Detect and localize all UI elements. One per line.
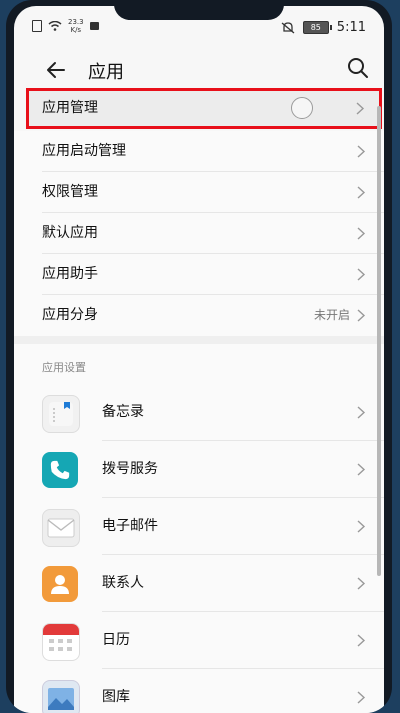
menu-item-app-management[interactable]: 应用管理 (26, 88, 382, 129)
chevron-right-icon (357, 577, 366, 590)
app-item-label: 联系人 (102, 575, 144, 591)
section-header-app-settings: 应用设置 (14, 344, 384, 384)
network-speed: 23.3 K/s (68, 18, 84, 34)
app-item-label: 图库 (102, 689, 130, 705)
menu-item-label: 应用助手 (42, 266, 98, 282)
app-item-calendar[interactable]: 日历 (14, 612, 384, 669)
image-notification-icon (89, 22, 99, 30)
chevron-right-icon (357, 406, 366, 419)
app-item-contacts[interactable]: 联系人 (14, 555, 384, 612)
page-title: 应用 (88, 62, 124, 83)
mute-icon (281, 21, 295, 33)
contacts-icon (42, 566, 78, 602)
menu-item-label: 应用分身 (42, 307, 98, 323)
app-item-label: 拨号服务 (102, 461, 158, 477)
chevron-right-icon (357, 309, 366, 322)
camera-notch (114, 6, 284, 20)
chevron-right-icon (357, 268, 366, 281)
app-twin-status: 未开启 (313, 308, 350, 322)
wifi-icon (48, 21, 62, 31)
chevron-right-icon (357, 463, 366, 476)
menu-item-label: 应用管理 (42, 100, 98, 116)
settings-list: 应用管理 应用启动管理 权限管理 默认应用 应用助手 应用分身 未开启 应用设置… (14, 84, 384, 713)
menu-item-label: 默认应用 (42, 225, 98, 241)
battery-icon: 85 (302, 21, 332, 34)
calendar-icon (42, 623, 80, 661)
app-item-label: 日历 (102, 632, 130, 648)
speed-value: 23.3 (68, 18, 84, 26)
chevron-right-icon (356, 102, 365, 115)
chevron-right-icon (357, 227, 366, 240)
sim-icon (32, 20, 42, 32)
gallery-icon (42, 680, 80, 713)
status-left: 23.3 K/s (32, 18, 99, 34)
notepad-icon (42, 395, 80, 433)
chevron-right-icon (357, 520, 366, 533)
menu-item-label: 应用启动管理 (42, 143, 126, 159)
app-item-gallery[interactable]: 图库 (14, 669, 384, 713)
chevron-right-icon (357, 691, 366, 704)
menu-item-label: 权限管理 (42, 184, 98, 200)
scrollbar[interactable] (377, 106, 381, 576)
screen: 23.3 K/s 85 5:11 应用 应用管理 应用启动管理 权限管理 默认应… (14, 6, 384, 713)
app-item-email[interactable]: 电子邮件 (14, 498, 384, 555)
chevron-right-icon (357, 145, 366, 158)
phone-icon (42, 452, 78, 488)
app-item-label: 备忘录 (102, 404, 144, 420)
app-item-dialer[interactable]: 拨号服务 (14, 441, 384, 498)
menu-item-default-apps[interactable]: 默认应用 (14, 213, 384, 254)
search-icon[interactable] (346, 56, 370, 80)
menu-item-permission-management[interactable]: 权限管理 (14, 172, 384, 213)
app-item-notepad[interactable]: 备忘录 (14, 384, 384, 441)
menu-item-app-assistant[interactable]: 应用助手 (14, 254, 384, 295)
section-gap (14, 336, 384, 344)
chevron-right-icon (357, 186, 366, 199)
chevron-right-icon (357, 634, 366, 647)
touch-indicator (291, 97, 313, 119)
back-arrow-icon[interactable] (44, 58, 68, 82)
app-item-label: 电子邮件 (102, 518, 158, 534)
speed-unit: K/s (70, 26, 82, 34)
email-icon (42, 509, 80, 547)
menu-item-app-launch-management[interactable]: 应用启动管理 (14, 131, 384, 172)
phone-frame: 23.3 K/s 85 5:11 应用 应用管理 应用启动管理 权限管理 默认应… (6, 0, 392, 713)
status-right: 85 5:11 (281, 20, 366, 35)
menu-item-app-twin[interactable]: 应用分身 未开启 (14, 295, 384, 336)
status-time: 5:11 (336, 20, 366, 35)
